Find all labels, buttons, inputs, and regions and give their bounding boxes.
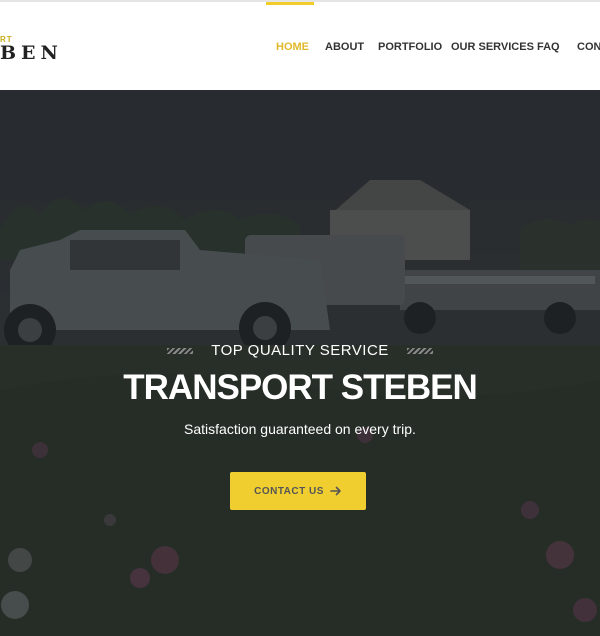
nav-faq[interactable]: FAQ bbox=[537, 41, 560, 53]
nav-home[interactable]: HOME bbox=[276, 41, 309, 53]
contact-us-label: CONTACT US bbox=[254, 485, 324, 497]
hero-subtitle: TOP QUALITY SERVICE bbox=[211, 342, 389, 360]
nav-our-services[interactable]: OUR SERVICES bbox=[451, 41, 534, 53]
stripe-decoration-left-icon bbox=[166, 347, 193, 354]
hero-subtitle-row: TOP QUALITY SERVICE bbox=[0, 342, 600, 362]
hero-tagline: Satisfaction guaranteed on every trip. bbox=[184, 421, 416, 437]
hero-title: TRANSPORT STEBEN bbox=[123, 368, 477, 407]
nav-portfolio[interactable]: PORTFOLIO bbox=[378, 41, 442, 53]
hero-section: TOP QUALITY SERVICE TRANSPORT STEBEN Sat… bbox=[0, 90, 600, 636]
nav-about[interactable]: ABOUT bbox=[325, 41, 364, 53]
contact-us-button[interactable]: CONTACT US bbox=[230, 472, 366, 510]
site-header: RT BEN HOME ABOUT PORTFOLIO OUR SERVICES… bbox=[0, 0, 600, 90]
nav-contact[interactable]: CON bbox=[577, 41, 600, 53]
hero-dark-overlay bbox=[0, 90, 600, 636]
main-nav: HOME ABOUT PORTFOLIO OUR SERVICES FAQ CO… bbox=[0, 2, 600, 90]
arrow-right-icon bbox=[330, 486, 341, 496]
active-nav-indicator bbox=[266, 2, 314, 5]
stripe-decoration-right-icon bbox=[407, 347, 434, 354]
